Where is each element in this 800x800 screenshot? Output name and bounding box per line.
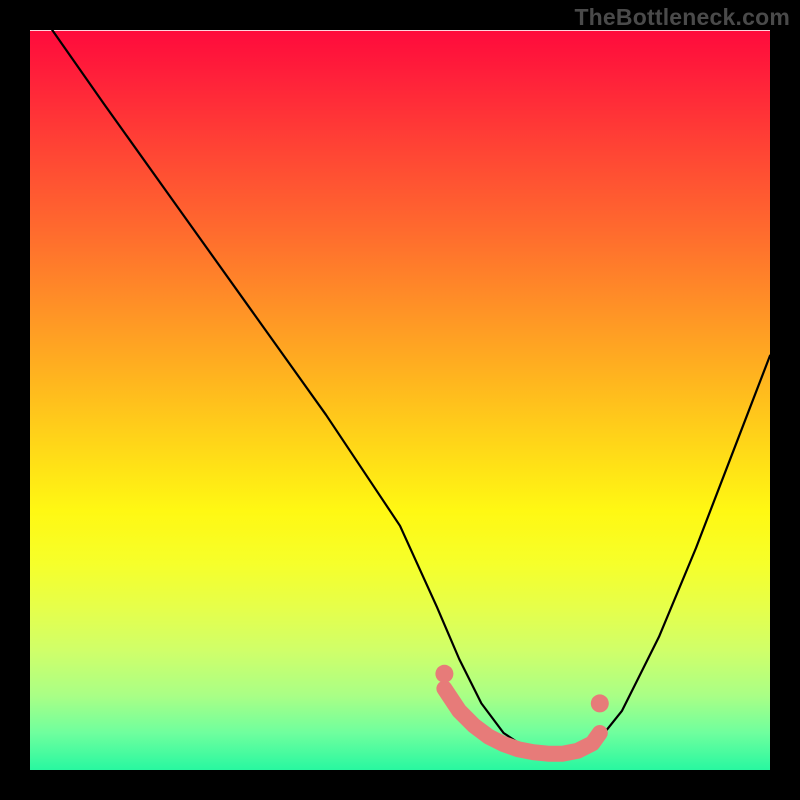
watermark-label: TheBottleneck.com <box>574 4 790 31</box>
bottleneck-curve-path <box>52 30 770 755</box>
plot-area <box>30 30 770 770</box>
floor-cap-dot <box>435 665 453 683</box>
bottleneck-floor-path <box>444 689 599 754</box>
floor-cap-dot <box>591 694 609 712</box>
chart-frame: TheBottleneck.com <box>0 0 800 800</box>
curve-svg <box>30 30 770 770</box>
